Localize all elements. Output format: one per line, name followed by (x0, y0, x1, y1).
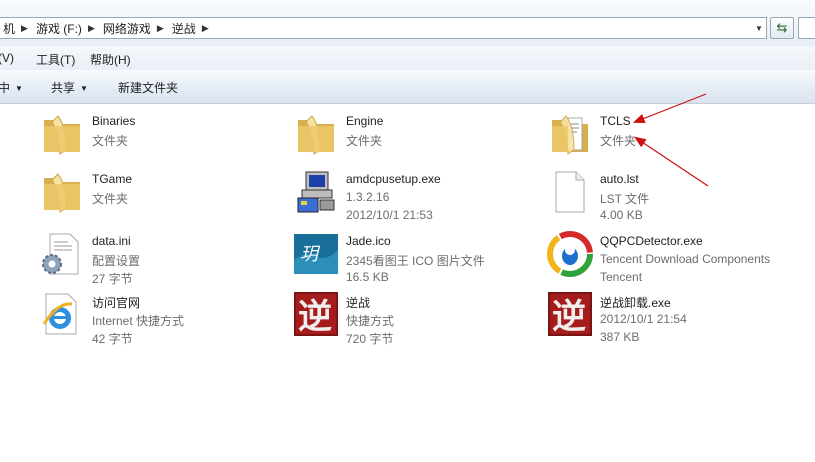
file-item-nizhan-uninstall[interactable]: 逆 逆战卸载.exe 2012/10/1 21:54 387 KB (546, 290, 796, 346)
file-size: 4.00 KB (600, 208, 643, 222)
breadcrumb-computer[interactable]: 机 ▶ (0, 18, 32, 38)
organize-label: 中 (0, 81, 11, 95)
file-item-visit-website[interactable]: 访问官网 Internet 快捷方式 42 字节 (38, 290, 288, 346)
file-size: 42 字节 (92, 332, 133, 346)
file-size: 27 字节 (92, 272, 133, 286)
chevron-down-icon: ▼ (80, 84, 88, 93)
breadcrumb-drive[interactable]: 游戏 (F:) ▶ (32, 18, 99, 38)
installer-computer-icon (297, 171, 335, 213)
nizhan-uninstall-icon: 逆 (548, 292, 592, 337)
qq-pc-manager-icon (547, 231, 593, 277)
file-company: Tencent (600, 270, 643, 284)
new-folder-button[interactable]: 新建文件夹 (118, 79, 178, 96)
refresh-button[interactable]: ⇆ (770, 17, 794, 39)
folder-with-documents-icon (552, 115, 588, 155)
nizhan-game-icon: 逆 (294, 292, 338, 337)
file-name: amdcpusetup.exe (346, 172, 441, 186)
file-item-amdcpusetup[interactable]: amdcpusetup.exe 1.3.2.16 2012/10/1 21:53 (292, 168, 542, 224)
menu-help[interactable]: 帮助(H) (90, 51, 131, 68)
file-size: 720 字节 (346, 332, 394, 346)
share-label: 共享 (51, 81, 76, 95)
internet-explorer-shortcut-icon (42, 293, 77, 335)
file-item-auto-lst[interactable]: auto.lst LST 文件 4.00 KB (546, 168, 796, 224)
file-item-nizhan-shortcut[interactable]: 逆 逆战 快捷方式 720 字节 (292, 290, 542, 346)
file-name: 逆战卸载.exe (600, 296, 671, 310)
breadcrumb-folder[interactable]: 网络游戏 ▶ (99, 18, 168, 38)
breadcrumb[interactable]: 机 ▶ 游戏 (F:) ▶ 网络游戏 ▶ 逆战 ▶ (0, 17, 767, 39)
config-file-gear-icon (42, 233, 79, 275)
breadcrumb-label: 网络游戏 (102, 21, 151, 36)
file-name: data.ini (92, 234, 131, 248)
breadcrumb-label: 游戏 (F:) (35, 21, 82, 36)
file-size: 387 KB (600, 330, 640, 344)
file-item-tgame[interactable]: TGame 文件夹 (38, 168, 288, 224)
file-type: 文件夹 (346, 134, 383, 148)
file-list: Binaries 文件夹 Engine 文件夹 TCLS 文件夹 TGame 文… (0, 104, 815, 462)
svg-text:玥: 玥 (300, 244, 321, 265)
address-history-dropdown[interactable]: ▼ (751, 18, 767, 38)
file-type: Internet 快捷方式 (92, 314, 185, 328)
organize-button[interactable]: 中 ▼ (0, 79, 23, 96)
chevron-right-icon[interactable]: ▶ (157, 23, 164, 34)
file-name: Engine (346, 114, 384, 128)
file-date: 2012/10/1 21:54 (600, 312, 687, 326)
command-bar: 中 ▼ 共享 ▼ 新建文件夹 (0, 70, 815, 104)
share-button[interactable]: 共享 ▼ (51, 79, 88, 96)
file-item-binaries[interactable]: Binaries 文件夹 (38, 110, 288, 166)
menu-tools[interactable]: 工具(T) (36, 51, 75, 68)
file-type: 文件夹 (600, 134, 637, 148)
menu-view[interactable]: (V) (0, 51, 14, 65)
file-name: 访问官网 (92, 296, 141, 310)
file-name: Binaries (92, 114, 136, 128)
file-type: 文件夹 (92, 192, 129, 206)
chevron-right-icon[interactable]: ▶ (21, 23, 28, 34)
file-item-jade-ico[interactable]: 玥 Jade.ico 2345看图王 ICO 图片文件 16.5 KB (292, 230, 542, 286)
file-item-tcls[interactable]: TCLS 文件夹 (546, 110, 796, 166)
blank-file-icon (555, 171, 585, 213)
file-type: LST 文件 (600, 192, 650, 206)
breadcrumb-label: 逆战 (171, 21, 196, 36)
folder-icon (44, 115, 80, 155)
file-item-data-ini[interactable]: data.ini 配置设置 27 字节 (38, 230, 288, 286)
svg-text:逆: 逆 (552, 297, 586, 337)
file-date: 2012/10/1 21:53 (346, 208, 433, 222)
file-type: 快捷方式 (346, 314, 395, 328)
breadcrumb-label: 机 (3, 21, 16, 36)
folder-icon (44, 173, 80, 213)
breadcrumb-current[interactable]: 逆战 ▶ (168, 18, 213, 38)
file-type: 2345看图王 ICO 图片文件 (346, 254, 485, 268)
chevron-down-icon: ▼ (15, 84, 23, 93)
refresh-icon: ⇆ (776, 20, 788, 35)
file-name: TCLS (600, 114, 631, 128)
chevron-right-icon[interactable]: ▶ (88, 23, 95, 34)
file-item-engine[interactable]: Engine 文件夹 (292, 110, 542, 166)
address-bar-area: 机 ▶ 游戏 (F:) ▶ 网络游戏 ▶ 逆战 ▶ ▼ ⇆ (0, 0, 815, 47)
jade-image-icon: 玥 (294, 234, 338, 274)
file-item-qqpcdetector[interactable]: QQPCDetector.exe Tencent Download Compon… (546, 230, 796, 286)
file-type: 文件夹 (92, 134, 129, 148)
menu-bar: (V) 工具(T) 帮助(H) (0, 46, 815, 70)
file-name: TGame (92, 172, 133, 186)
file-type: 配置设置 (92, 254, 141, 268)
search-input[interactable] (798, 17, 815, 39)
file-size: 16.5 KB (346, 270, 389, 284)
file-name: 逆战 (346, 296, 371, 310)
file-name: Jade.ico (346, 234, 391, 248)
svg-text:逆: 逆 (298, 297, 332, 337)
folder-icon (298, 115, 334, 155)
file-version: 1.3.2.16 (346, 190, 390, 204)
file-name: QQPCDetector.exe (600, 234, 703, 248)
chevron-right-icon[interactable]: ▶ (202, 23, 209, 34)
file-description: Tencent Download Components (600, 252, 771, 266)
file-name: auto.lst (600, 172, 639, 186)
